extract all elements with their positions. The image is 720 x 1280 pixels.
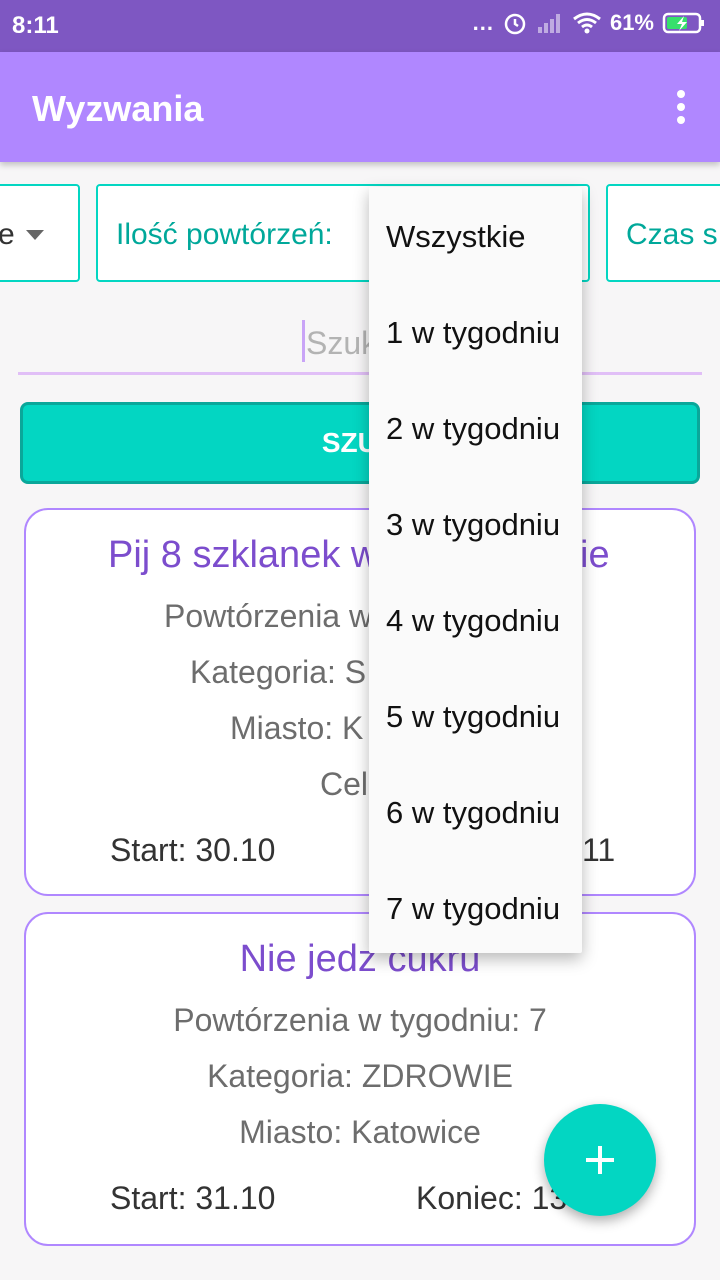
filter-spinner-category[interactable]: e <box>0 184 80 282</box>
card-repetitions: Powtórzenia w <box>164 598 373 634</box>
add-challenge-button[interactable] <box>544 1104 656 1216</box>
notification-dots: ... <box>472 10 494 35</box>
dropdown-option[interactable]: 2 w tygodniu <box>386 411 560 447</box>
repetitions-dropdown-menu: Wszystkie 1 w tygodniu 2 w tygodniu 3 w … <box>369 187 582 953</box>
wifi-icon <box>573 12 601 34</box>
filter-repetitions-label: Ilość powtórzeń: <box>116 218 333 251</box>
dropdown-option[interactable]: 1 w tygodniu <box>386 315 560 351</box>
status-time: 8:11 <box>12 12 59 39</box>
card-start-date: Start: 31.10 <box>110 1180 276 1216</box>
card-start-date: Start: 30.10 <box>110 832 276 868</box>
filter-time-label: Czas s <box>626 218 718 251</box>
overflow-menu-icon[interactable] <box>676 90 686 124</box>
filter-spinner-time[interactable]: Czas s <box>606 184 720 282</box>
battery-charging-icon <box>662 12 704 34</box>
filter-category-value: e <box>0 218 15 251</box>
dropdown-option[interactable]: 3 w tygodniu <box>386 507 560 543</box>
search-field[interactable] <box>18 318 702 375</box>
card-category: Kategoria: ZDROWIE <box>207 1058 513 1094</box>
challenge-card[interactable]: Pij 8 szklanek w ie Powtórzenia w Katego… <box>24 508 696 896</box>
card-end-date: Koniec: 13 <box>416 1180 568 1216</box>
card-title: Nie jedz cukru <box>239 938 481 980</box>
plus-icon <box>586 1146 614 1174</box>
alarm-icon <box>504 13 526 35</box>
card-repetitions: Powtórzenia w tygodniu: 7 <box>173 1002 547 1038</box>
status-icons: ... 61% <box>473 10 706 36</box>
dropdown-option[interactable]: 7 w tygodniu <box>386 891 560 927</box>
card-end-date: 11 <box>582 832 616 868</box>
card-city: Miasto: K <box>230 710 364 746</box>
dropdown-option[interactable]: Wszystkie <box>386 219 526 255</box>
signal-icon <box>537 14 560 33</box>
dropdown-option[interactable]: 4 w tygodniu <box>386 603 560 639</box>
app-title: Wyzwania <box>32 88 204 129</box>
battery-percent: 61% <box>609 10 654 35</box>
app-bar: Wyzwania <box>0 52 720 162</box>
dropdown-option[interactable]: 5 w tygodniu <box>386 699 560 735</box>
dropdown-caret-icon <box>26 230 44 240</box>
dropdown-option[interactable]: 6 w tygodniu <box>386 795 560 831</box>
card-title: Pij 8 szklanek w <box>108 534 379 576</box>
card-title-end: ie <box>580 534 610 576</box>
status-bar: 8:11 ... 61% <box>0 0 720 52</box>
card-category: Kategoria: S <box>190 654 367 690</box>
search-button[interactable]: SZUK <box>20 402 700 484</box>
